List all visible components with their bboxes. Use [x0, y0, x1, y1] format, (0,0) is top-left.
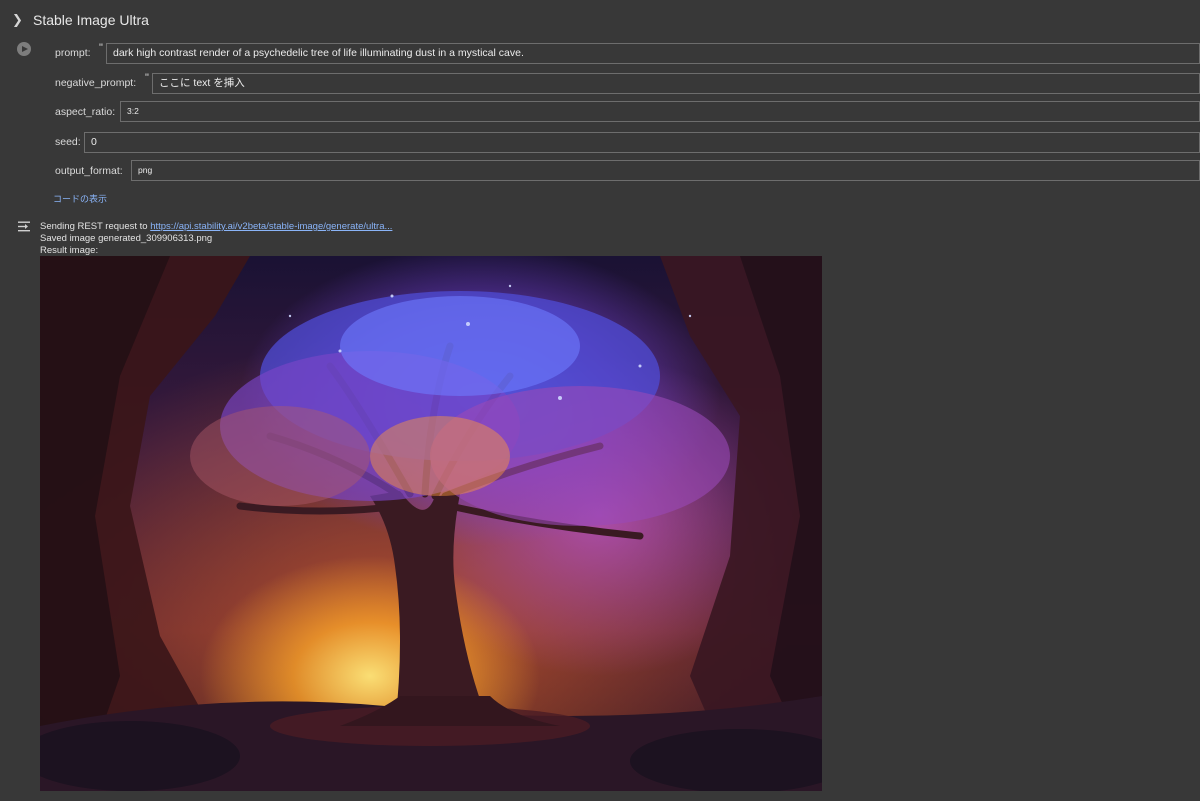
seed-input[interactable]: 0 [84, 132, 1200, 153]
output-saved-line: Saved image generated_309906313.png [40, 233, 213, 244]
seed-label: seed: [55, 136, 81, 148]
show-code-link[interactable]: コードの表示 [53, 192, 107, 205]
prompt-label: prompt: [55, 47, 91, 59]
negative-prompt-input[interactable]: ここに text を挿入 [152, 73, 1200, 94]
output-result-label: Result image: [40, 245, 99, 256]
prompt-quote: " [99, 42, 103, 54]
output-format-row: output_format: png [0, 159, 1200, 183]
negative-prompt-quote: " [145, 72, 149, 84]
result-image [40, 256, 822, 791]
negative-prompt-label: negative_prompt: [55, 77, 137, 89]
sending-text: Sending REST request to [40, 221, 151, 232]
api-url-link[interactable]: https://api.stability.ai/v2beta/stable-i… [150, 221, 392, 232]
output-toggle-icon[interactable] [17, 220, 31, 233]
cell-title: Stable Image Ultra [33, 12, 149, 28]
prompt-input[interactable]: dark high contrast render of a psychedel… [106, 43, 1200, 64]
aspect-ratio-label: aspect_ratio: [55, 106, 116, 118]
output-format-label: output_format: [55, 165, 123, 177]
tree-illustration [40, 256, 822, 791]
aspect-ratio-row: aspect_ratio: 3:2 [0, 100, 1200, 124]
output-sending-line: Sending REST request to https://api.stab… [40, 221, 392, 232]
output-format-select[interactable]: png [131, 160, 1200, 181]
aspect-ratio-select[interactable]: 3:2 [120, 101, 1200, 122]
chevron-right-icon[interactable]: ❯ [12, 13, 24, 27]
negative-prompt-row: negative_prompt: " ここに text を挿入 [0, 71, 1200, 95]
seed-row: seed: 0 [0, 130, 1200, 154]
prompt-row: prompt: " dark high contrast render of a… [0, 41, 1200, 65]
cell-header: ❯ Stable Image Ultra [0, 0, 1200, 40]
